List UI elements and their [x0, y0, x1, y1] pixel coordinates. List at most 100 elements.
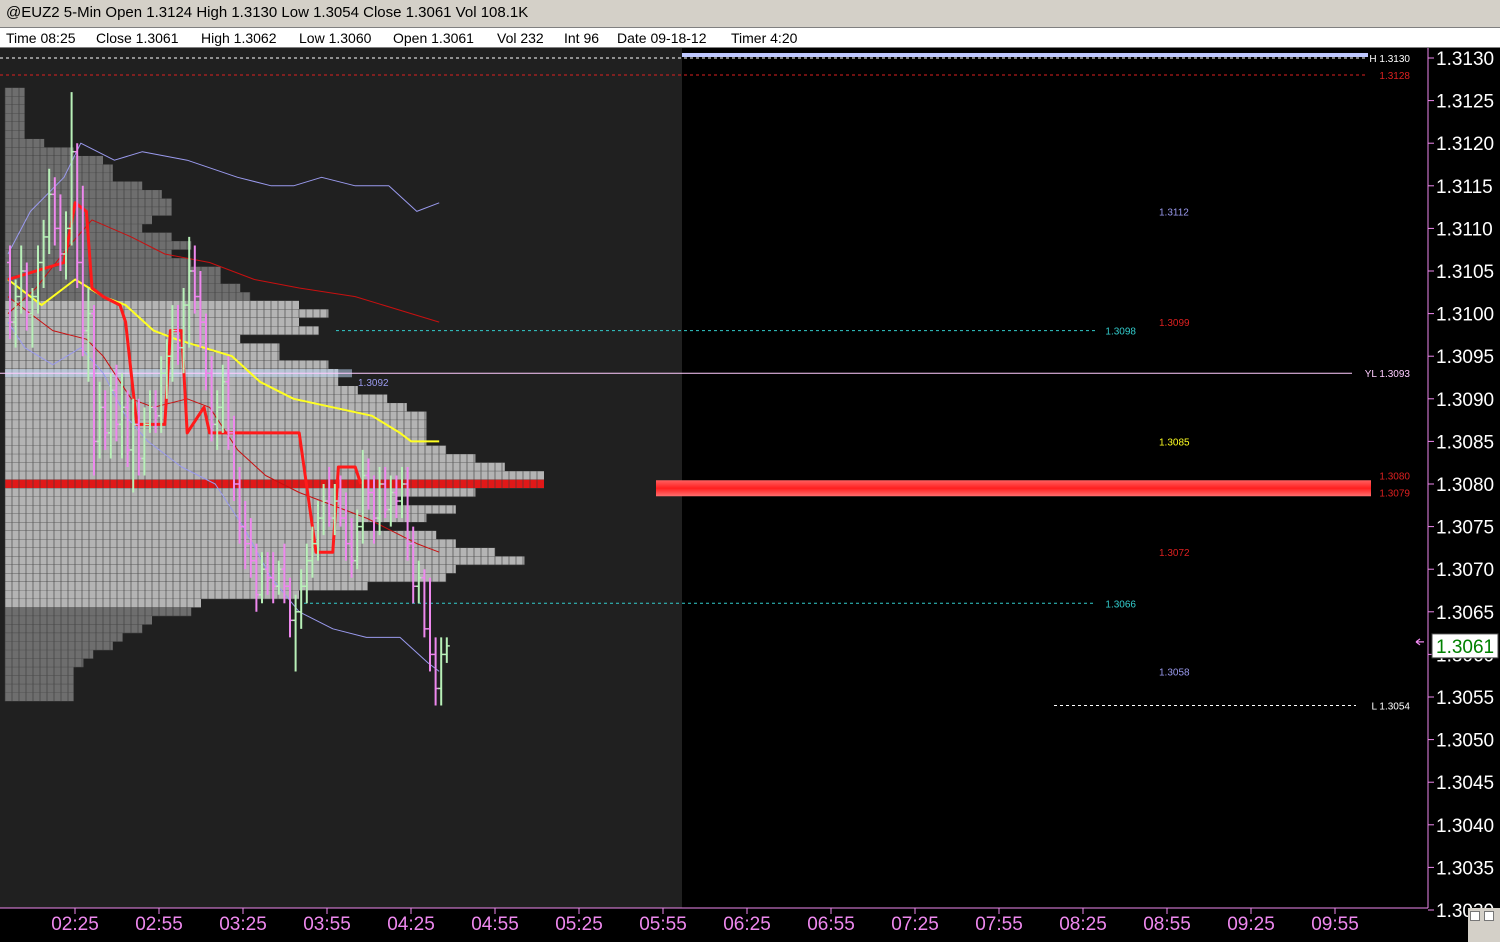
profile-row — [5, 692, 74, 702]
profile-row — [5, 564, 456, 574]
time-axis-label: 03:55 — [303, 914, 351, 935]
scroll-corner — [1468, 908, 1500, 942]
profile-row — [5, 667, 74, 676]
profile-row — [5, 198, 172, 208]
indicator-value-label: 1.3112 — [1159, 207, 1189, 218]
status-vol: Vol 232 — [497, 30, 544, 46]
profile-row — [5, 522, 358, 531]
title-bar: @EUZ2 5-Min Open 1.3124 High 1.3130 Low … — [0, 0, 1500, 28]
status-open: Open 1.3061 — [393, 30, 474, 46]
profile-row — [5, 471, 544, 480]
profile-row — [5, 104, 25, 114]
time-axis-label: 08:55 — [1143, 914, 1191, 935]
time-axis-label: 04:55 — [471, 914, 519, 935]
profile-row — [5, 138, 45, 148]
profile-row — [5, 181, 143, 191]
price-chart[interactable]: H 1.3130 1.3128 1.3098 YL 1.3093 1.3066 L 1.3… — [0, 48, 1500, 942]
profile-row — [5, 224, 143, 233]
status-date: Date 09-18-12 — [617, 30, 707, 46]
profile-row — [5, 343, 280, 352]
profile-row — [5, 539, 456, 548]
price-axis-label: 1.3065 — [1436, 603, 1494, 624]
price-axis-label: 1.3130 — [1436, 49, 1494, 70]
reference-level-label: 1.3098 — [1105, 327, 1136, 338]
time-axis-label: 08:25 — [1059, 914, 1107, 935]
reference-level-label: 1.3128 — [1379, 71, 1410, 82]
status-int: Int 96 — [564, 30, 600, 46]
time-axis-label: 09:25 — [1227, 914, 1275, 935]
time-axis-label: 05:25 — [555, 914, 603, 935]
price-axis-label: 1.3100 — [1436, 305, 1494, 326]
price-axis-label: 1.3115 — [1436, 177, 1493, 198]
profile-row — [5, 292, 250, 301]
indicator-value-label: 1.3092 — [358, 378, 389, 389]
time-axis-label: 09:55 — [1311, 914, 1359, 935]
reference-level-label: H 1.3130 — [1369, 54, 1410, 65]
profile-row — [5, 556, 525, 565]
price-axis-label: 1.3125 — [1436, 92, 1494, 113]
price-axis-label: 1.3045 — [1436, 773, 1494, 794]
price-axis-label: 1.3035 — [1436, 858, 1494, 879]
profile-row — [5, 684, 74, 693]
profile-row — [5, 616, 152, 625]
poc-highlight-band — [656, 480, 1371, 497]
profile-row — [5, 658, 84, 668]
price-axis-label: 1.3120 — [1436, 134, 1494, 155]
indicator-value-label: 1.3072 — [1159, 548, 1190, 559]
time-axis-label: 05:55 — [639, 914, 687, 935]
indicator-value-label: 1.3085 — [1159, 437, 1190, 448]
scroll-box-icon[interactable] — [1470, 911, 1480, 921]
profile-row — [5, 147, 74, 156]
profile-row — [5, 650, 94, 659]
status-timer: Timer 4:20 — [731, 30, 798, 46]
chart-title: @EUZ2 5-Min Open 1.3124 High 1.3130 Low … — [6, 4, 529, 21]
time-axis-label: 03:25 — [219, 914, 267, 935]
price-axis-label: 1.3095 — [1436, 347, 1494, 368]
profile-row — [5, 479, 544, 489]
time-axis-label: 07:55 — [975, 914, 1023, 935]
last-price-label: 1.3061 — [1436, 637, 1494, 658]
profile-row — [5, 173, 113, 182]
profile-row — [5, 121, 25, 131]
price-axis-label: 1.3070 — [1436, 560, 1494, 581]
reference-level-label: YL 1.3093 — [1365, 369, 1411, 380]
status-high: High 1.3062 — [201, 30, 277, 46]
profile-row — [5, 309, 329, 318]
price-axis-label: 1.3055 — [1436, 688, 1494, 709]
indicator-value-label: 1.3099 — [1159, 318, 1190, 329]
profile-row — [5, 675, 74, 685]
price-axis-label: 1.3085 — [1436, 432, 1494, 453]
price-axis-label: 1.3080 — [1436, 475, 1494, 496]
profile-row — [5, 530, 437, 540]
status-low: Low 1.3060 — [299, 30, 372, 46]
status-time: Time 08:25 — [6, 30, 76, 46]
time-axis-label: 07:25 — [891, 914, 939, 935]
time-axis-label: 06:25 — [723, 914, 771, 935]
profile-row — [5, 96, 25, 105]
session-high-bar — [682, 53, 1368, 57]
price-axis-label: 1.3050 — [1436, 731, 1494, 752]
profile-row — [5, 164, 113, 174]
profile-row — [5, 351, 280, 361]
reference-level-label: L 1.3054 — [1371, 702, 1410, 713]
price-axis-label: 1.3040 — [1436, 816, 1494, 837]
indicator-value-label: 1.3058 — [1159, 667, 1190, 678]
time-axis-label: 06:55 — [807, 914, 855, 935]
scroll-box-icon[interactable] — [1484, 911, 1494, 921]
profile-row — [5, 445, 446, 455]
price-axis-label: 1.3075 — [1436, 518, 1494, 539]
profile-row — [5, 113, 25, 122]
price-axis-label: 1.3090 — [1436, 390, 1494, 411]
price-axis-label: 1.3110 — [1436, 219, 1493, 240]
profile-row — [5, 624, 143, 634]
profile-row — [5, 386, 358, 395]
profile-row — [5, 573, 446, 582]
profile-row — [5, 633, 123, 642]
profile-row — [5, 641, 113, 651]
status-close: Close 1.3061 — [96, 30, 179, 46]
data-window-strip: Time 08:25 Close 1.3061 High 1.3062 Low … — [0, 28, 1500, 48]
price-axis-label: 1.3105 — [1436, 262, 1494, 283]
indicator-value-label: 1.3080 — [1379, 471, 1410, 482]
profile-row — [5, 87, 25, 97]
time-axis-label: 02:55 — [135, 914, 183, 935]
